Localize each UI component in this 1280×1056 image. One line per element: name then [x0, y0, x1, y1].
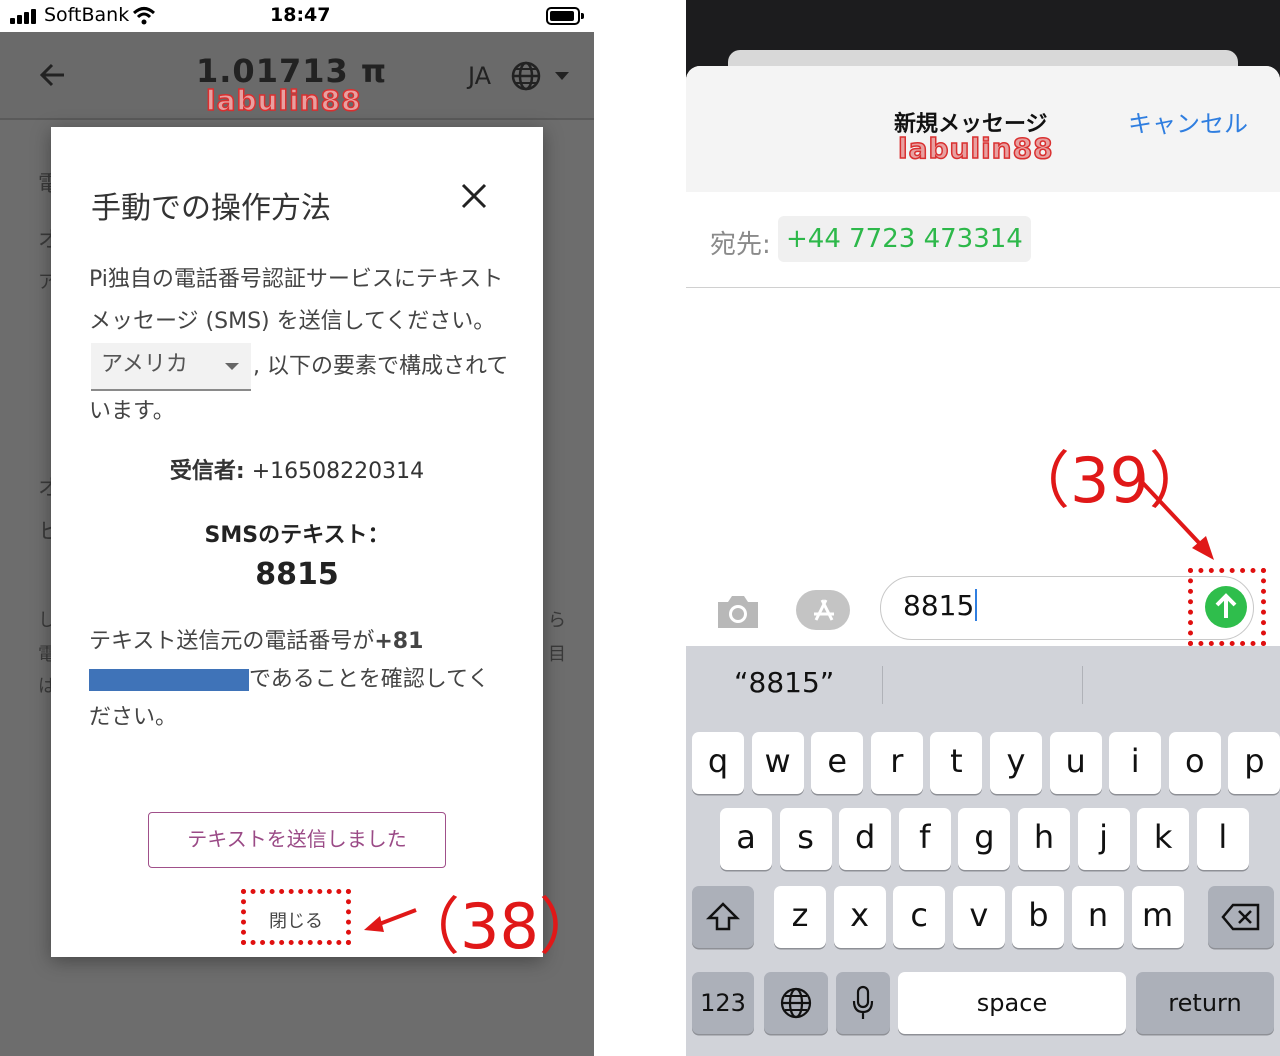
key-b[interactable]: b	[1012, 886, 1065, 948]
app-store-icon[interactable]	[794, 588, 854, 632]
key-i[interactable]: i	[1109, 732, 1162, 794]
back-arrow-icon[interactable]	[38, 60, 68, 90]
key-v[interactable]: v	[952, 886, 1005, 948]
key-x[interactable]: x	[833, 886, 886, 948]
manual-instructions-dialog: 手動での操作方法 Pi独自の電話番号認証サービスにテキストメッセージ (SMS)…	[51, 127, 543, 957]
sms-code: 8815	[255, 557, 339, 592]
key-a[interactable]: a	[720, 808, 772, 870]
key-y[interactable]: y	[990, 732, 1042, 794]
battery-icon	[546, 7, 584, 25]
background-text: ら	[548, 610, 566, 631]
recipient-line: 受信者: +16508220314	[51, 453, 543, 485]
confirm-text: テキスト送信元の電話番号が	[89, 629, 375, 654]
message-input-value: 8815	[903, 589, 975, 622]
suggestion-divider	[882, 666, 883, 704]
close-button[interactable]: 閉じる	[241, 889, 351, 945]
key-s[interactable]: s	[779, 808, 832, 870]
carrier-name: SoftBank	[44, 4, 130, 26]
country-select[interactable]: アメリカ	[91, 343, 251, 391]
key-f[interactable]: f	[898, 808, 951, 870]
step-annotation-39: （39）	[1008, 444, 1211, 517]
text-sent-button[interactable]: テキストを送信しました	[148, 812, 446, 868]
status-bar: SoftBank 18:47	[0, 0, 594, 32]
key-q[interactable]: q	[692, 732, 744, 794]
chevron-down-icon	[225, 363, 239, 370]
recipient-chip[interactable]: +44 7723 473314	[778, 216, 1031, 262]
background-text: 目	[548, 644, 566, 665]
right-screenshot: 新規メッセージ labulin88 キャンセル 宛先: +44 7723 473…	[686, 0, 1280, 1056]
delete-icon	[1221, 903, 1260, 931]
redacted-number	[89, 669, 249, 691]
key-j[interactable]: j	[1077, 808, 1130, 870]
phone-prefix: +81	[374, 629, 424, 654]
wifi-icon	[132, 7, 156, 25]
numbers-key[interactable]: 123	[692, 972, 754, 1034]
nav-bar: 新規メッセージ labulin88 キャンセル	[686, 66, 1280, 192]
shift-key[interactable]	[692, 886, 754, 948]
instructions-text: Pi独自の電話番号認証サービスにテキストメッセージ (SMS) を送信してくださ…	[89, 267, 504, 334]
watermark: labulin88	[897, 131, 1054, 166]
microphone-icon	[852, 985, 874, 1019]
send-arrow-icon	[1215, 593, 1237, 618]
status-time: 18:47	[270, 4, 331, 26]
key-w[interactable]: w	[751, 732, 804, 794]
key-g[interactable]: g	[958, 808, 1011, 870]
send-highlight	[1188, 568, 1266, 646]
delete-key[interactable]	[1208, 886, 1274, 948]
suggestion-item[interactable]: “8815”	[734, 666, 834, 699]
recipient-row: 宛先: +44 7723 473314	[686, 192, 1280, 288]
signal-icon	[10, 8, 40, 24]
to-label: 宛先:	[710, 230, 771, 260]
dialog-title: 手動での操作方法	[91, 191, 331, 226]
globe-icon[interactable]	[510, 60, 542, 92]
instructions-paragraph: Pi独自の電話番号認証サービスにテキストメッセージ (SMS) を送信してくださ…	[89, 259, 515, 433]
recipient-label: 受信者:	[169, 459, 245, 484]
shift-icon	[705, 902, 741, 931]
sms-text-label: SMSのテキスト：	[204, 523, 390, 548]
language-dropdown-caret[interactable]	[555, 72, 569, 80]
confirm-paragraph: テキスト送信元の電話番号が+81であることを確認してください。	[89, 623, 509, 737]
globe-keyboard-icon	[780, 987, 812, 1019]
microphone-key[interactable]	[836, 972, 890, 1034]
recipient-number: +16508220314	[244, 459, 425, 484]
text-cursor	[975, 589, 978, 621]
key-k[interactable]: k	[1137, 808, 1190, 870]
key-t[interactable]: t	[930, 732, 983, 794]
return-key[interactable]: return	[1136, 972, 1274, 1034]
key-o[interactable]: o	[1168, 732, 1221, 794]
key-n[interactable]: n	[1072, 886, 1124, 948]
key-c[interactable]: c	[893, 886, 946, 948]
key-u[interactable]: u	[1049, 732, 1102, 794]
country-select-value: アメリカ	[101, 352, 188, 377]
key-h[interactable]: h	[1018, 808, 1070, 870]
key-d[interactable]: d	[839, 808, 892, 870]
watermark: labulin88	[205, 83, 362, 118]
key-l[interactable]: l	[1196, 808, 1249, 870]
message-input-text: 8815	[903, 589, 978, 622]
space-key[interactable]: space	[898, 972, 1126, 1034]
close-icon[interactable]	[459, 181, 489, 211]
key-r[interactable]: r	[870, 732, 923, 794]
send-button[interactable]	[1205, 586, 1247, 628]
suggestion-bar: “8815”	[686, 646, 1280, 722]
keyboard: “8815” qwertyuiop asdfghjkl zxcvbnm 123	[686, 646, 1280, 1056]
key-m[interactable]: m	[1131, 886, 1184, 948]
key-z[interactable]: z	[774, 886, 826, 948]
cancel-button[interactable]: キャンセル	[1128, 104, 1248, 139]
step-annotation-38: （38）	[398, 890, 594, 963]
camera-icon[interactable]	[714, 592, 762, 632]
key-p[interactable]: p	[1228, 732, 1280, 794]
globe-key[interactable]	[764, 972, 828, 1034]
key-e[interactable]: e	[811, 732, 864, 794]
left-screenshot: SoftBank 18:47 1.01713 π JA labulin88 電 …	[0, 0, 594, 1056]
language-code[interactable]: JA	[468, 62, 491, 90]
suggestion-divider	[1082, 666, 1083, 704]
